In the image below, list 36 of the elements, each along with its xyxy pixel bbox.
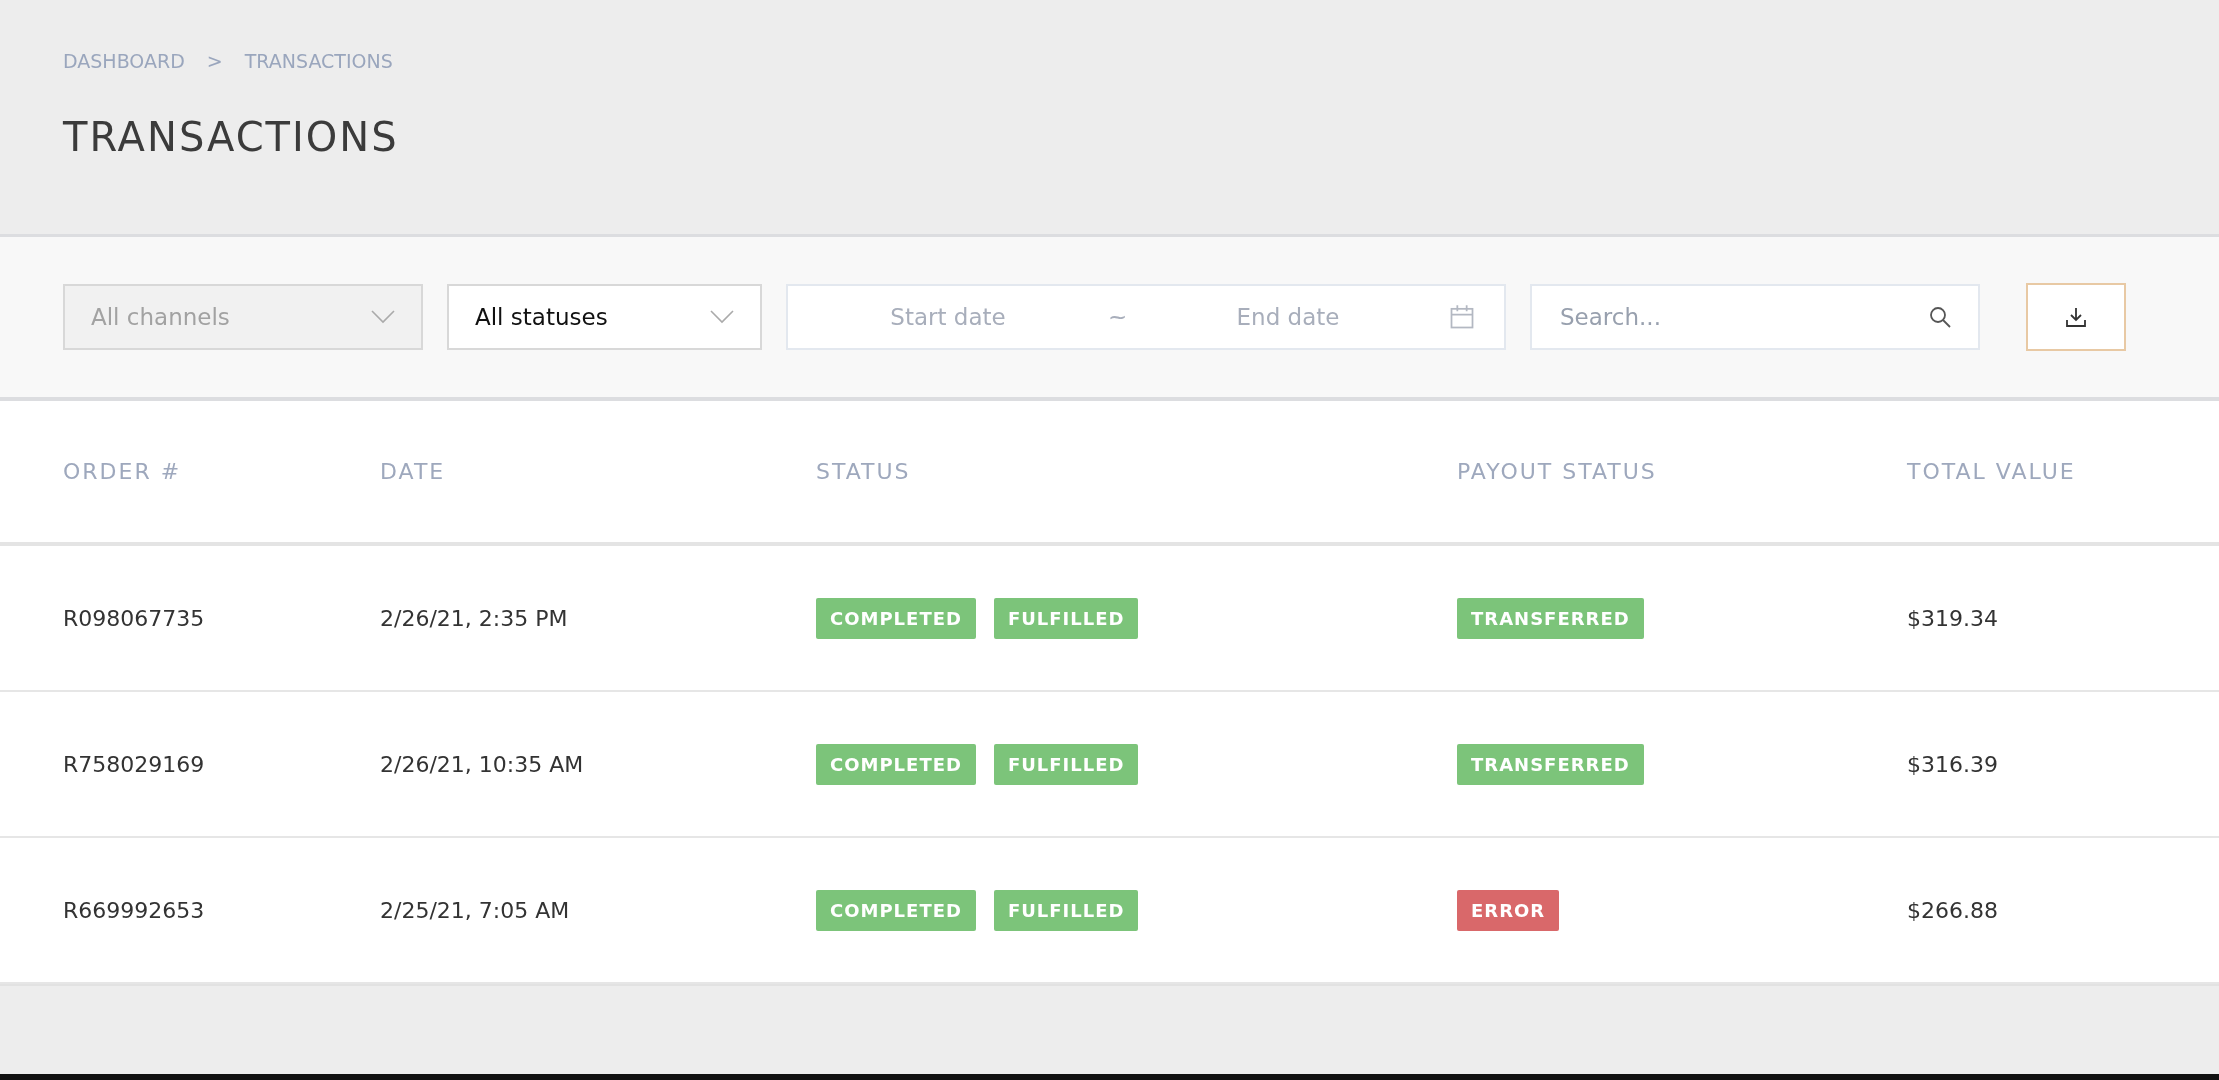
column-header: STATUS xyxy=(816,459,911,484)
calendar-icon xyxy=(1448,303,1476,331)
page-title: TRANSACTIONS xyxy=(63,114,400,160)
payout-badge: TRANSFERRED xyxy=(1457,597,1644,639)
date-range-field[interactable]: Start date ~ End date xyxy=(786,284,1506,350)
search-field[interactable]: Search... xyxy=(1530,284,1980,350)
table-cell: $266.88 xyxy=(1907,897,1998,923)
table-cell: 2/26/21, 10:35 AM xyxy=(380,751,584,777)
column-header: DATE xyxy=(380,459,446,484)
column-header: TOTAL VALUE xyxy=(1907,459,2076,484)
breadcrumb-separator: > xyxy=(206,50,223,72)
status-badge: COMPLETED xyxy=(816,597,976,639)
table-cell: 2/26/21, 2:35 PM xyxy=(380,605,568,631)
table-cell: R758029169 xyxy=(63,751,205,777)
status-badge: FULFILLED xyxy=(993,597,1139,639)
status-badge: COMPLETED xyxy=(816,889,976,931)
breadcrumb-link[interactable]: DASHBOARD xyxy=(63,50,185,72)
table-cell: R098067735 xyxy=(63,605,205,631)
table-cell: $316.39 xyxy=(1907,751,1998,777)
chevron-down-icon xyxy=(710,310,734,324)
column-header: PAYOUT STATUS xyxy=(1457,459,1657,484)
search-icon xyxy=(1928,305,1952,329)
breadcrumb-current: TRANSACTIONS xyxy=(244,50,393,72)
status-badge: FULFILLED xyxy=(993,889,1139,931)
chevron-down-icon xyxy=(371,310,395,324)
table-cell: 2/25/21, 7:05 AM xyxy=(380,897,570,923)
table-cell: $319.34 xyxy=(1907,605,1998,631)
download-button[interactable] xyxy=(2026,283,2126,351)
filter-dropdown[interactable]: All statuses xyxy=(447,284,762,350)
status-badge: COMPLETED xyxy=(816,743,976,785)
column-header: ORDER # xyxy=(63,459,182,484)
payout-badge: ERROR xyxy=(1457,889,1560,931)
table-cell: R669992653 xyxy=(63,897,205,923)
status-badge: FULFILLED xyxy=(993,743,1139,785)
download-icon xyxy=(2064,305,2088,329)
payout-badge: TRANSFERRED xyxy=(1457,743,1644,785)
